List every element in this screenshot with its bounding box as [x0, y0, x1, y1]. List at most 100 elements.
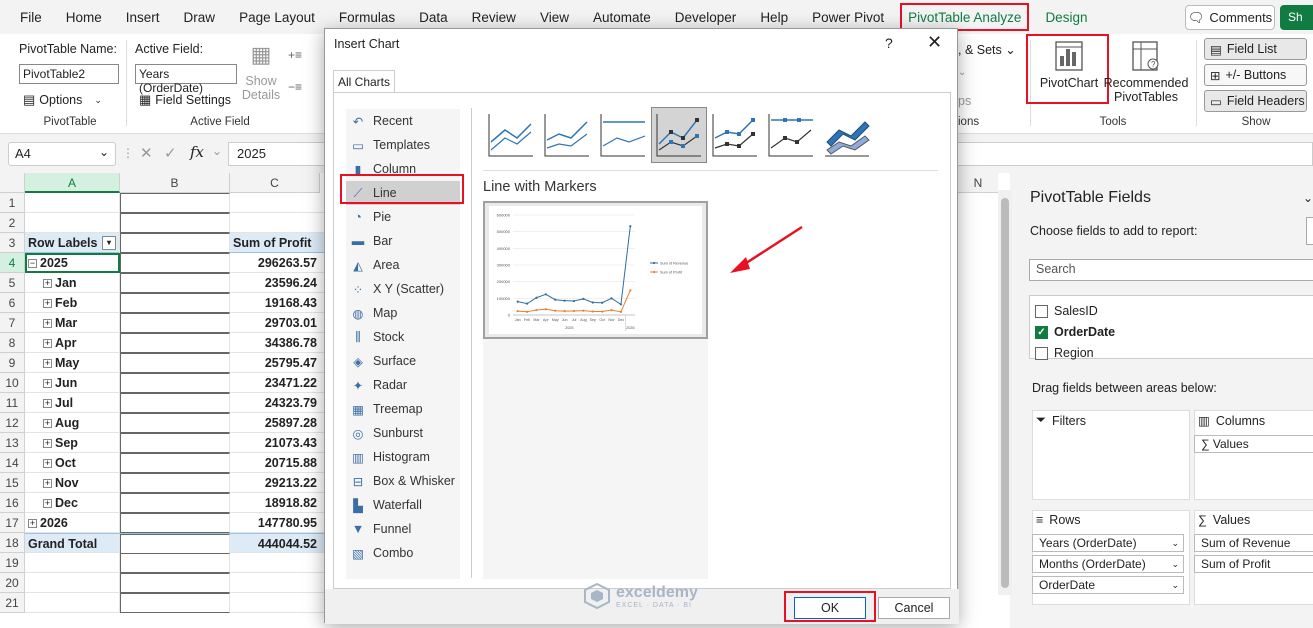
chevron-down-icon[interactable]: ⌄ — [1171, 535, 1179, 551]
cell-value[interactable]: 68214.15 — [120, 293, 230, 313]
expand-icon[interactable]: + — [43, 459, 52, 469]
cell-value[interactable] — [120, 193, 230, 213]
cell-value[interactable]: 80129.5 — [120, 273, 230, 293]
cell-value[interactable]: 96697.8 — [120, 413, 230, 433]
cell-value[interactable]: 29703.01 — [230, 313, 320, 333]
cell-value[interactable] — [230, 213, 320, 233]
row-header[interactable]: 18 — [0, 533, 25, 553]
column-header-b[interactable]: B — [120, 173, 230, 193]
row-header[interactable]: 20 — [0, 573, 25, 593]
expand-icon[interactable]: + — [43, 479, 52, 489]
tab-insert[interactable]: Insert — [114, 0, 172, 34]
cell-row-label[interactable]: + Jul — [25, 393, 120, 413]
columns-values-chip[interactable]: ∑ Values — [1194, 435, 1313, 453]
field-list-button[interactable]: ▤ Field List — [1204, 38, 1307, 60]
chart-category-stock[interactable]: ⫼ Stock — [346, 325, 460, 349]
cell-value[interactable]: 147780.95 — [230, 513, 320, 533]
tab-page-layout[interactable]: Page Layout — [227, 0, 327, 34]
cell-value[interactable] — [120, 593, 230, 613]
row-header[interactable]: 9 — [0, 353, 25, 373]
active-field-input[interactable]: Years (OrderDate) — [135, 64, 237, 95]
cell-row-label[interactable]: + Sep — [25, 433, 120, 453]
row-header[interactable]: 21 — [0, 593, 25, 613]
values-chip[interactable]: Sum of Revenue — [1194, 534, 1313, 552]
cell-value[interactable] — [230, 193, 320, 213]
chart-category-surface[interactable]: ◈ Surface — [346, 349, 460, 373]
vertical-scrollbar[interactable] — [998, 190, 1012, 595]
subtype-3d-line[interactable] — [819, 107, 875, 163]
chart-category-histogram[interactable]: ▥ Histogram — [346, 445, 460, 469]
field-search-input[interactable]: Search — [1029, 259, 1313, 281]
cell-value[interactable]: 18918.82 — [230, 493, 320, 513]
row-header[interactable]: 16 — [0, 493, 25, 513]
cell-row-label[interactable]: + Dec — [25, 493, 120, 513]
field-settings-button[interactable]: ▦ Field Settings — [139, 92, 231, 108]
row-header[interactable]: 6 — [0, 293, 25, 313]
name-box[interactable]: A4 ⌄ — [8, 142, 116, 166]
cell-value[interactable]: 296263.57 — [230, 253, 320, 273]
cell-row-label[interactable]: Grand Total — [25, 534, 120, 554]
chevron-down-icon[interactable]: ⌄ — [1171, 556, 1179, 572]
tab-draw[interactable]: Draw — [172, 0, 228, 34]
field-item-orderdate[interactable]: ✓ OrderDate — [1035, 322, 1115, 342]
row-header[interactable]: 2 — [0, 213, 25, 233]
show-details-button[interactable]: ▦ Show Details — [242, 42, 280, 102]
cell-value[interactable]: 103592.05 — [120, 313, 230, 333]
fields-items-sets-button[interactable]: , & Sets ⌄ — [958, 42, 1016, 57]
rows-chip[interactable]: Years (OrderDate) ⌄ — [1032, 534, 1184, 552]
chart-category-x-y-scatter-[interactable]: ⁘ X Y (Scatter) — [346, 277, 460, 301]
row-header[interactable]: 8 — [0, 333, 25, 353]
cell-value[interactable]: 124242.8 — [120, 333, 230, 353]
cell-value[interactable]: 75099.75 — [120, 433, 230, 453]
checkbox[interactable] — [1035, 346, 1048, 360]
chart-category-treemap[interactable]: ▦ Treemap — [346, 397, 460, 421]
pivottable-name-input[interactable]: PivotTable2 — [19, 64, 119, 84]
row-header[interactable]: 19 — [0, 553, 25, 573]
subtype-line[interactable] — [483, 107, 539, 163]
values-chip[interactable]: Sum of Profit — [1194, 555, 1313, 573]
olap-tools-icon[interactable]: ⌄ — [958, 67, 966, 78]
subtype-stacked-line-markers[interactable] — [707, 107, 763, 163]
row-header[interactable]: 15 — [0, 473, 25, 493]
chart-category-radar[interactable]: ✦ Radar — [346, 373, 460, 397]
expand-icon[interactable]: + — [43, 439, 52, 449]
cell-row-label[interactable] — [25, 553, 120, 573]
column-header-n[interactable]: N — [958, 173, 998, 193]
tab-file[interactable]: File — [8, 0, 54, 34]
column-header-a[interactable]: A — [25, 173, 120, 193]
expand-icon[interactable]: + — [43, 399, 52, 409]
cell-value[interactable] — [120, 213, 230, 233]
cell-value[interactable] — [230, 573, 320, 593]
chart-category-templates[interactable]: ▭ Templates — [346, 133, 460, 157]
cell-value[interactable]: 63607.4 — [120, 493, 230, 513]
row-header[interactable]: 7 — [0, 313, 25, 333]
cell-value[interactable]: 1046431.45 — [120, 253, 230, 273]
cell-value[interactable]: 85921.8 — [120, 373, 230, 393]
share-button[interactable]: Sh — [1280, 5, 1313, 30]
expand-icon[interactable]: + — [43, 339, 52, 349]
cell-row-label[interactable] — [25, 573, 120, 593]
cell-value[interactable]: 25795.47 — [230, 353, 320, 373]
collapse-field-icon[interactable]: −≡ — [288, 80, 302, 94]
expand-icon[interactable]: + — [43, 379, 52, 389]
cancel-icon[interactable]: ✕ — [140, 144, 153, 162]
comments-button[interactable]: 🗨 Comments — [1185, 5, 1275, 30]
cell-row-label[interactable]: + Aug — [25, 413, 120, 433]
cell-row-label[interactable]: Row Labels ▾ — [25, 233, 120, 253]
subtype-line-with-markers[interactable] — [651, 107, 707, 163]
cell-row-label[interactable]: + May — [25, 353, 120, 373]
cell-value[interactable]: 99856.5 — [120, 473, 230, 493]
rows-chip[interactable]: Months (OrderDate) ⌄ — [1032, 555, 1184, 573]
cell-row-label[interactable] — [25, 593, 120, 613]
row-header[interactable]: 5 — [0, 273, 25, 293]
chart-category-funnel[interactable]: ▼ Funnel — [346, 517, 460, 541]
collapse-icon[interactable]: − — [28, 259, 37, 269]
field-headers-button[interactable]: ▭ Field Headers — [1204, 90, 1307, 112]
row-header[interactable]: 12 — [0, 413, 25, 433]
expand-icon[interactable]: + — [43, 299, 52, 309]
row-header[interactable]: 11 — [0, 393, 25, 413]
tab-all-charts[interactable]: All Charts — [333, 70, 395, 92]
cell-row-label[interactable]: + Oct — [25, 453, 120, 473]
cell-row-label[interactable]: + Mar — [25, 313, 120, 333]
help-icon[interactable]: ? — [885, 35, 893, 51]
